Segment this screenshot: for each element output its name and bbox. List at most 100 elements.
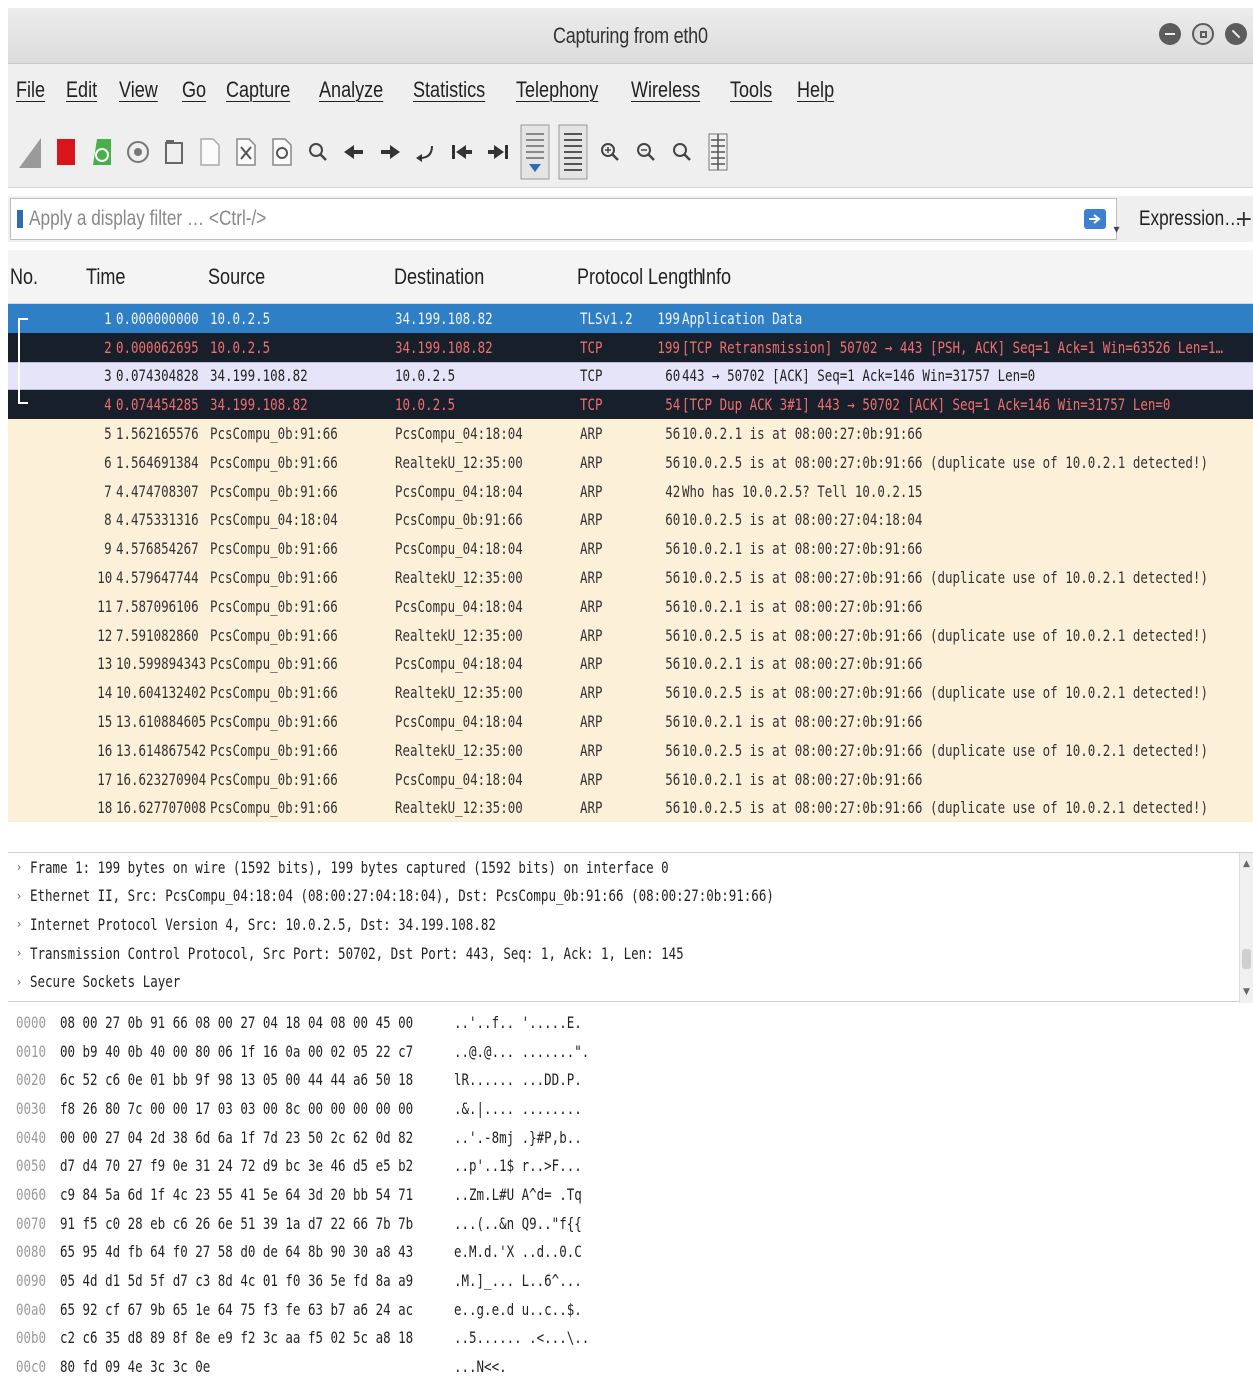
maximize-icon[interactable] [1192,23,1214,45]
packet-row[interactable]: 5 1.562165576 PcsCompu_0b:91:66 PcsCompu_04… [8,419,1253,448]
packet-row[interactable]: 6 1.564691384 PcsCompu_0b:91:66 RealtekU_12… [8,447,1253,477]
go-to-packet-icon[interactable] [412,132,440,172]
resize-columns-icon[interactable] [704,132,732,172]
hex-row[interactable]: 0020 6c 52 c6 0e 01 bb 9f 98 13 05 00 44 … [8,1065,1253,1094]
menu-tools[interactable]: Tools [730,77,772,103]
chevron-down-icon[interactable]: ▾ [1114,222,1120,236]
minimize-icon[interactable] [1159,23,1181,45]
column-length[interactable]: Length [648,264,703,290]
colorize-icon[interactable] [558,124,588,179]
save-file-icon[interactable] [196,132,224,172]
menu-statistics[interactable]: Statistics [413,77,485,103]
go-first-icon[interactable] [448,132,476,172]
menu-go[interactable]: Go [182,77,206,103]
details-scrollbar[interactable]: ▲ ▼ [1239,853,1253,1003]
zoom-in-icon[interactable] [596,132,624,172]
detail-ssl[interactable]: › Secure Sockets Layer [8,967,1253,996]
packet-row[interactable]: 16 13.614867542 PcsCompu_0b:91:66 RealtekU_… [8,735,1253,765]
packet-row[interactable]: 3 0.074304828 34.199.108.82 10.0.2.5 TCP 60 44… [8,361,1253,391]
bookmark-icon[interactable] [17,210,23,228]
go-last-icon[interactable] [484,132,512,172]
hex-row[interactable]: 0070 91 f5 c0 28 eb c6 26 6e 51 39 1a d7 … [8,1209,1253,1238]
packet-row[interactable]: 4 0.074454285 34.199.108.82 10.0.2.5 TCP 54 [T… [8,390,1253,420]
hex-row[interactable]: 0010 00 b9 40 0b 40 00 80 06 1f 16 0a 00 … [8,1037,1253,1066]
close-icon[interactable] [1225,23,1247,45]
hex-row[interactable]: 0000 08 00 27 0b 91 66 08 00 27 04 18 04 … [8,1008,1253,1037]
packet-row[interactable]: 17 16.623270904 PcsCompu_0b:91:66 PcsCompu_… [8,764,1253,794]
menu-help[interactable]: Help [797,77,834,103]
restart-capture-icon[interactable] [88,132,116,172]
capture-options-icon[interactable] [124,132,152,172]
packet-row[interactable]: 10 4.579647744 PcsCompu_0b:91:66 RealtekU_1… [8,563,1253,592]
packet-length-text: 199 [657,337,680,357]
packet-info: 10.0.2.5 is at 08:00:27:0b:91:66 (duplic… [682,625,1208,645]
column-protocol[interactable]: Protocol [577,264,643,290]
detail-ipv4[interactable]: › Internet Protocol Version 4, Src: 10.0.… [8,910,1253,939]
hex-row[interactable]: 00a0 65 92 cf 67 9b 65 1e 64 75 f3 fe 63 … [8,1295,1253,1324]
detail-ethernet[interactable]: › Ethernet II, Src: PcsCompu_04:18:04 (08… [8,882,1253,911]
hex-bytes: 91 f5 c0 28 eb c6 26 6e 51 39 1a d7 22 6… [60,1213,414,1233]
scrollbar-thumb[interactable] [1242,949,1251,969]
hex-row[interactable]: 00b0 c2 c6 35 d8 89 8f 8e e9 f2 3c aa f5 … [8,1324,1253,1353]
packet-length: 56 [636,568,680,587]
expand-arrow-icon[interactable]: › [8,889,30,903]
hex-row[interactable]: 0090 05 4d d1 5d 5f d7 c3 8d 4c 01 f0 36 … [8,1266,1253,1295]
hex-row[interactable]: 00c0 80 fd 09 4e 3c 3c 0e ...N<<. [8,1352,1253,1381]
stop-capture-icon[interactable] [52,132,80,172]
display-filter-field[interactable]: ▾ [10,198,1120,240]
packet-row[interactable]: 9 4.576854267 PcsCompu_0b:91:66 PcsCompu_04… [8,534,1253,564]
packet-row[interactable]: 15 13.610884605 PcsCompu_0b:91:66 PcsCompu_… [8,707,1253,736]
packet-row[interactable]: 11 7.587096106 PcsCompu_0b:91:66 PcsCompu_0… [8,591,1253,621]
detail-tcp[interactable]: › Transmission Control Protocol, Src Port… [8,939,1253,968]
menu-view[interactable]: View [119,77,158,103]
packet-row[interactable]: 8 4.475331316 PcsCompu_04:18:04 PcsCompu_0b… [8,505,1253,535]
column-time[interactable]: Time [86,264,125,290]
reload-file-icon[interactable] [268,132,296,172]
expand-arrow-icon[interactable]: › [8,946,30,960]
packet-row[interactable]: 7 4.474708307 PcsCompu_0b:91:66 PcsCompu_04… [8,476,1253,506]
menu-wireless[interactable]: Wireless [631,77,700,103]
expand-arrow-icon[interactable]: › [8,917,30,931]
hex-row[interactable]: 0040 00 00 27 04 2d 38 6d 6a 1f 7d 23 50 … [8,1123,1253,1152]
expand-arrow-icon[interactable]: › [8,975,30,989]
menu-analyze[interactable]: Analyze [319,77,383,103]
menu-edit[interactable]: Edit [66,77,97,103]
column-no[interactable]: No. [10,264,38,290]
packet-length: 56 [636,798,680,817]
zoom-normal-icon[interactable] [668,132,696,172]
packet-row[interactable]: 2 0.000062695 10.0.2.5 34.199.108.82 TCP 199[… [8,332,1253,362]
scroll-up-icon[interactable]: ▲ [1243,859,1250,869]
column-destination[interactable]: Destination [394,264,484,290]
detail-frame[interactable]: › Frame 1: 199 bytes on wire (1592 bits),… [8,853,1253,882]
hex-ascii: ..Zm.L#U A^d= .Tq [454,1184,582,1204]
menu-file[interactable]: File [16,77,45,103]
close-file-icon[interactable] [232,132,260,172]
packet-row[interactable]: 12 7.591082860 PcsCompu_0b:91:66 RealtekU_1… [8,620,1253,650]
packet-time: 1.564691384 [116,452,199,472]
autoscroll-icon[interactable] [520,124,550,179]
packet-row[interactable]: 14 10.604132402 PcsCompu_0b:91:66 RealtekU_… [8,678,1253,708]
menu-capture[interactable]: Capture [226,77,290,103]
packet-row[interactable]: 13 10.599894343 PcsCompu_0b:91:66 PcsCompu_… [8,649,1253,679]
scroll-down-icon[interactable]: ▼ [1243,987,1250,997]
go-back-icon[interactable] [340,132,368,172]
packet-row[interactable]: 18 16.627707008 PcsCompu_0b:91:66 RealtekU_… [8,793,1253,823]
apply-filter-icon[interactable]: ▾ [1083,209,1120,236]
hex-offset: 00b0 [16,1328,47,1348]
column-info[interactable]: Info [701,264,731,290]
shark-fin-icon[interactable] [16,132,44,172]
hex-row[interactable]: 0080 65 95 4d fb 64 f0 27 58 d0 de 64 8b … [8,1238,1253,1267]
column-source[interactable]: Source [208,264,265,290]
hex-row[interactable]: 0060 c9 84 5a 6d 1f 4c 23 55 41 5e 64 3d … [8,1180,1253,1209]
menu-telephony[interactable]: Telephony [516,77,598,103]
hex-row[interactable]: 0050 d7 d4 70 27 f9 0e 31 24 72 d9 bc 3e … [8,1151,1253,1180]
expand-arrow-icon[interactable]: › [8,860,30,874]
display-filter-input[interactable] [29,207,849,231]
go-forward-icon[interactable] [376,132,404,172]
find-packet-icon[interactable] [304,132,332,172]
open-file-icon[interactable] [160,132,188,172]
expression-button[interactable]: Expression… [1139,207,1241,231]
hex-row[interactable]: 0030 f8 26 80 7c 00 00 17 03 03 00 8c 00 … [8,1094,1253,1123]
zoom-out-icon[interactable] [632,132,660,172]
packet-row[interactable]: 1 0.000000000 10.0.2.5 34.199.108.82 TLSv1.2… [8,304,1253,333]
